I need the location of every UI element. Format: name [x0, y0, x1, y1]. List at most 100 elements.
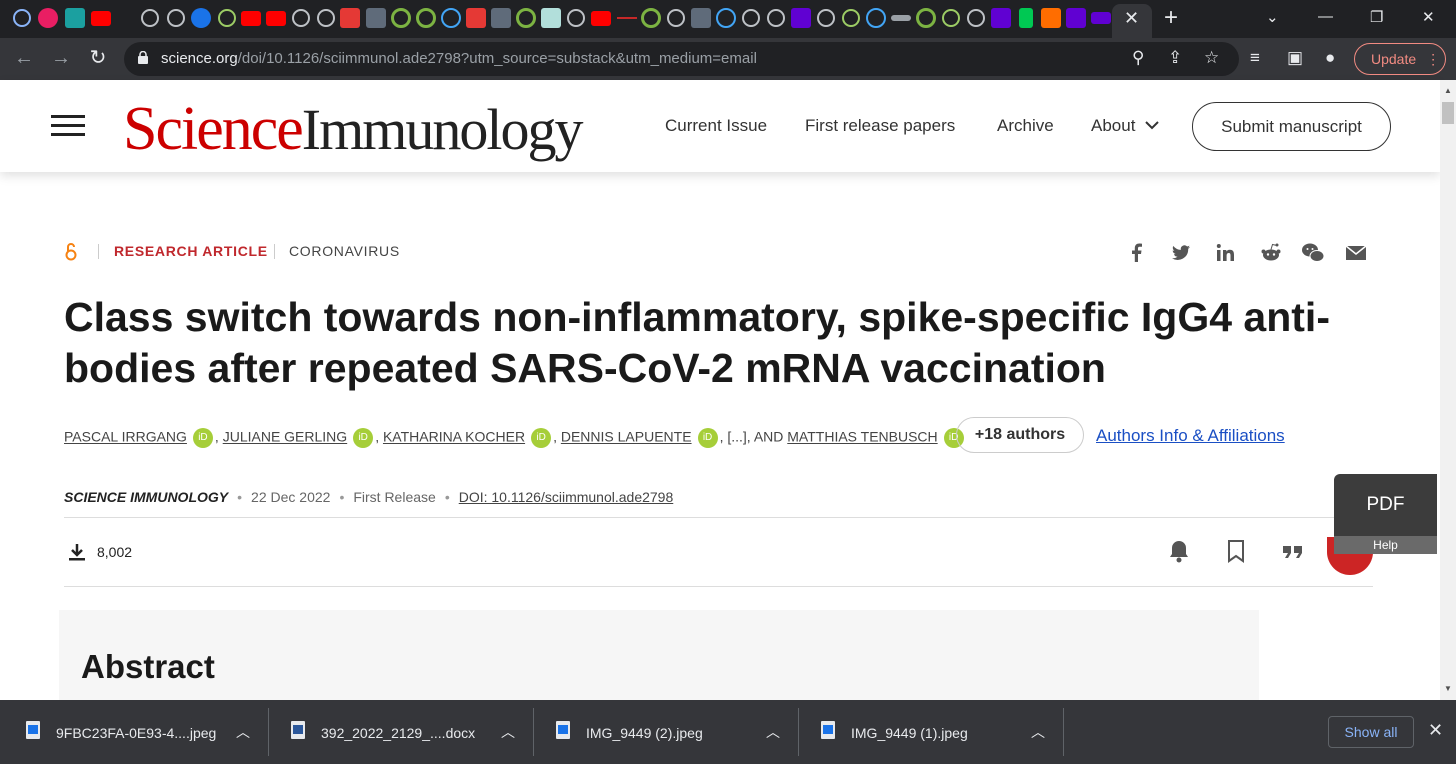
more-authors-button[interactable]: +18 authors — [956, 417, 1084, 453]
author-link[interactable]: MATTHIAS TENBUSCH — [787, 429, 937, 445]
tab-favicon[interactable] — [791, 8, 811, 28]
back-icon[interactable]: ← — [12, 46, 36, 70]
tab-favicon[interactable] — [866, 8, 886, 28]
tab-favicon[interactable] — [241, 11, 261, 26]
tab-favicon[interactable] — [991, 8, 1011, 28]
tab-favicon[interactable] — [466, 8, 486, 28]
pdf-widget[interactable]: PDF Help — [1334, 474, 1437, 554]
tab-favicon[interactable] — [191, 8, 211, 28]
tab-favicon[interactable] — [741, 8, 761, 28]
scroll-down-icon[interactable]: ▼ — [1444, 684, 1452, 693]
tab-favicon[interactable] — [91, 11, 111, 26]
scroll-thumb[interactable] — [1442, 102, 1454, 124]
tab-favicon[interactable] — [691, 8, 711, 28]
tab-favicon[interactable] — [291, 8, 311, 28]
tab-favicon[interactable] — [891, 15, 911, 21]
orcid-icon[interactable]: iD — [353, 428, 374, 448]
journal-name[interactable]: SCIENCE IMMUNOLOGY — [64, 489, 228, 505]
close-tab-icon[interactable]: ✕ — [1124, 9, 1139, 27]
tab-favicon[interactable] — [12, 8, 32, 28]
linkedin-icon[interactable] — [1213, 240, 1239, 266]
orcid-icon[interactable]: iD — [697, 428, 718, 448]
nav-about[interactable]: About — [1091, 116, 1160, 136]
orcid-icon[interactable]: iD — [192, 428, 213, 448]
tab-favicon[interactable] — [1091, 12, 1111, 24]
side-panel-icon[interactable]: ▣ — [1287, 48, 1303, 68]
author-link[interactable]: JULIANE GERLING — [223, 429, 347, 445]
tab-favicon[interactable] — [416, 8, 436, 28]
restore-icon[interactable]: ❐ — [1370, 8, 1383, 26]
tab-favicon[interactable] — [491, 8, 511, 28]
tab-favicon[interactable] — [666, 8, 686, 28]
tab-favicon[interactable] — [140, 8, 160, 28]
tab-favicon[interactable] — [38, 8, 58, 28]
tab-favicon[interactable] — [966, 8, 986, 28]
chevron-up-icon[interactable]: ︿ — [1031, 722, 1045, 742]
cite-icon[interactable] — [1279, 537, 1307, 565]
bookmark-star-icon[interactable]: ☆ — [1204, 48, 1219, 68]
tab-favicon[interactable] — [841, 8, 861, 28]
tab-favicon[interactable] — [166, 8, 186, 28]
email-icon[interactable] — [1343, 240, 1369, 266]
tab-favicon[interactable] — [816, 8, 836, 28]
tab-favicon[interactable] — [65, 8, 85, 28]
scroll-up-icon[interactable]: ▲ — [1444, 86, 1452, 95]
zoom-icon[interactable]: ⚲ — [1132, 48, 1144, 68]
minimize-icon[interactable]: — — [1318, 8, 1333, 25]
chevron-up-icon[interactable]: ︿ — [236, 722, 250, 742]
tab-favicon[interactable] — [541, 8, 561, 28]
nav-archive[interactable]: Archive — [997, 116, 1054, 136]
forward-icon[interactable]: → — [49, 46, 73, 70]
menu-icon[interactable] — [51, 115, 85, 137]
author-link[interactable]: DENNIS LAPUENTE — [561, 429, 692, 445]
bell-icon[interactable] — [1165, 537, 1193, 565]
tab-favicon[interactable] — [916, 8, 936, 28]
tab-favicon[interactable] — [716, 8, 736, 28]
article-type[interactable]: RESEARCH ARTICLE — [114, 243, 268, 259]
facebook-icon[interactable] — [1124, 240, 1150, 266]
nav-current-issue[interactable]: Current Issue — [665, 116, 767, 136]
nav-first-release[interactable]: First release papers — [805, 116, 955, 136]
tab-favicon[interactable] — [516, 8, 536, 28]
tab-favicon[interactable] — [1066, 8, 1086, 28]
submit-manuscript-button[interactable]: Submit manuscript — [1192, 102, 1391, 151]
window-close-icon[interactable]: ✕ — [1422, 8, 1435, 26]
reading-list-icon[interactable]: ≡ — [1250, 48, 1260, 68]
twitter-icon[interactable] — [1168, 240, 1194, 266]
tab-favicon[interactable] — [316, 8, 336, 28]
pdf-help[interactable]: Help — [1334, 536, 1437, 554]
share-page-icon[interactable]: ⇪ — [1168, 48, 1182, 68]
page-scrollbar[interactable]: ▲ ▼ — [1440, 80, 1456, 700]
article-subject[interactable]: CORONAVIRUS — [289, 243, 400, 259]
reddit-icon[interactable] — [1258, 240, 1284, 266]
tab-favicon[interactable] — [566, 8, 586, 28]
new-tab-button[interactable]: + — [1164, 6, 1178, 30]
tab-favicon[interactable] — [217, 8, 237, 28]
tab-favicon[interactable] — [266, 11, 286, 26]
tab-search-icon[interactable]: ⌄ — [1266, 8, 1279, 26]
close-downloads-icon[interactable]: ✕ — [1428, 720, 1443, 741]
tab-favicon[interactable] — [641, 8, 661, 28]
tab-favicon[interactable] — [766, 8, 786, 28]
wechat-icon[interactable] — [1300, 240, 1326, 266]
bookmark-icon[interactable] — [1222, 537, 1250, 565]
tab-favicon[interactable] — [591, 11, 611, 26]
tab-favicon[interactable] — [391, 8, 411, 28]
affiliations-link[interactable]: Authors Info & Affiliations — [1096, 426, 1285, 446]
author-link[interactable]: PASCAL IRRGANG — [64, 429, 187, 445]
tab-favicon[interactable] — [617, 8, 637, 28]
tab-favicon[interactable] — [941, 8, 961, 28]
tab-favicon[interactable] — [366, 8, 386, 28]
doi-link[interactable]: DOI: 10.1126/sciimmunol.ade2798 — [459, 489, 674, 505]
show-all-button[interactable]: Show all — [1328, 716, 1414, 748]
orcid-icon[interactable]: iD — [531, 428, 552, 448]
pdf-label[interactable]: PDF — [1334, 494, 1437, 516]
chevron-up-icon[interactable]: ︿ — [766, 722, 780, 742]
reload-icon[interactable]: ↻ — [86, 46, 110, 70]
authors-ellipsis[interactable]: [...] — [727, 429, 746, 445]
tab-favicon[interactable] — [1019, 8, 1033, 28]
chevron-up-icon[interactable]: ︿ — [501, 722, 515, 742]
author-link[interactable]: KATHARINA KOCHER — [383, 429, 525, 445]
site-logo[interactable]: ScienceImmunology — [123, 94, 583, 165]
update-button[interactable]: Update ⋮ — [1354, 43, 1446, 75]
